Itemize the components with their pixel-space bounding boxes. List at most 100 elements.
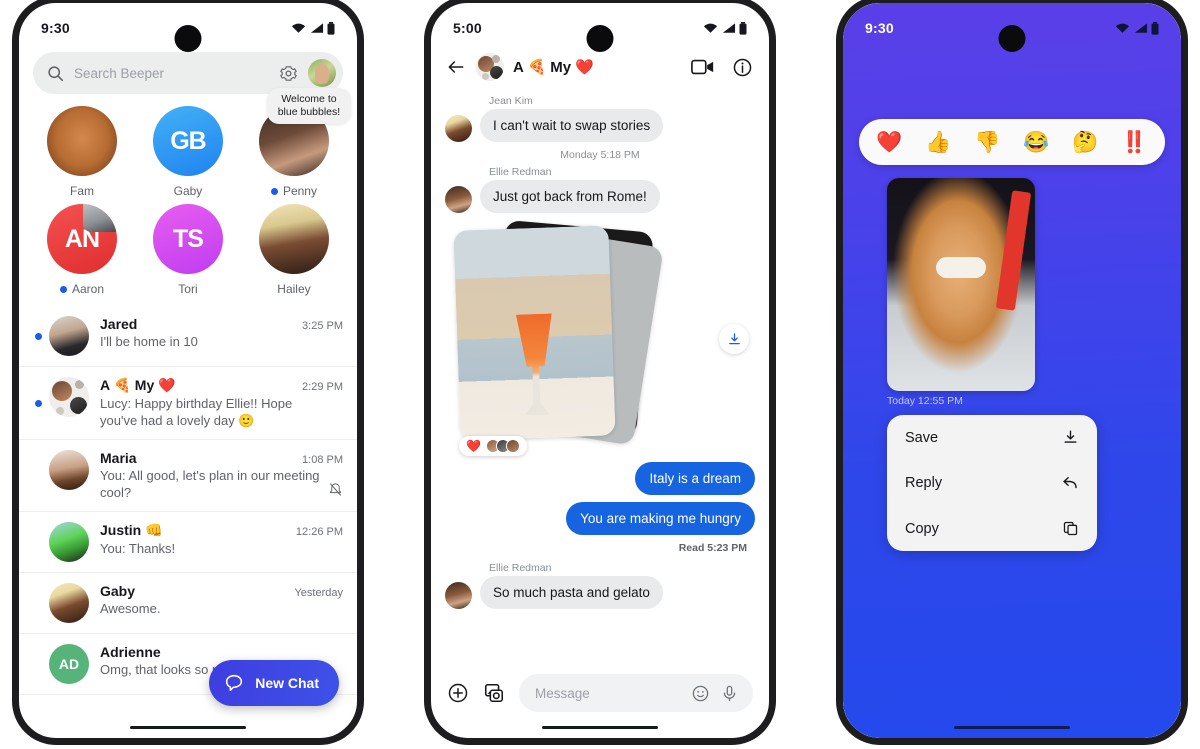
contact-tile-label-wrap: Aaron (59, 282, 104, 296)
search-input[interactable]: Search Beeper (74, 66, 269, 81)
chat-name: Jared (100, 316, 138, 332)
status-time: 9:30 (41, 20, 70, 36)
gear-icon[interactable] (279, 64, 298, 83)
table-row[interactable]: A 🍕 My ❤️ 2:29 PM Lucy: Happy birthday E… (19, 367, 357, 440)
reaction-heart-icon[interactable]: ❤️ (876, 132, 902, 153)
row-body: Gaby Yesterday Awesome. (100, 583, 343, 617)
back-arrow-icon[interactable] (445, 57, 467, 77)
chat-name: Justin 👊 (100, 522, 163, 538)
row-header: Maria 1:08 PM (100, 450, 343, 466)
chat-time: 12:26 PM (295, 526, 343, 538)
contact-tile-label-wrap: Hailey (277, 282, 310, 296)
menu-item-label: Copy (905, 520, 939, 537)
row-body: A 🍕 My ❤️ 2:29 PM Lucy: Happy birthday E… (100, 377, 343, 429)
avatar (445, 186, 472, 213)
chat-time: 3:25 PM (302, 320, 343, 332)
camera-punch-hole (174, 25, 202, 52)
contact-tile-penny[interactable]: Welcome to blue bubbles! Penny (241, 88, 351, 198)
battery-icon (327, 21, 335, 35)
message-row-outgoing: You are making me hungry (445, 502, 755, 535)
message-composer: Message (431, 674, 769, 712)
emoji-icon[interactable] (691, 684, 710, 703)
video-call-icon[interactable] (691, 58, 715, 76)
table-row[interactable]: Jared 3:25 PM I'll be home in 10 (19, 306, 357, 367)
copy-icon (1063, 521, 1078, 536)
table-row[interactable]: Justin 👊 12:26 PM You: Thanks! (19, 512, 357, 573)
home-indicator (130, 725, 246, 729)
contact-tile-monogram: TS (172, 224, 204, 253)
chat-preview: You: All good, let's plan in our meeting… (100, 468, 320, 500)
menu-item-save[interactable]: Save (887, 415, 1097, 460)
photo-stack-message[interactable]: ❤️ (445, 219, 755, 456)
download-button[interactable] (719, 324, 749, 354)
avatar (49, 522, 89, 562)
group-avatar[interactable] (476, 53, 504, 81)
unread-dot (59, 285, 67, 293)
row-body: Justin 👊 12:26 PM You: Thanks! (100, 522, 343, 557)
new-chat-button[interactable]: New Chat (209, 660, 339, 706)
reaction-laugh-icon[interactable]: 😂 (1023, 132, 1049, 153)
context-menu: Save Reply Copy (887, 415, 1097, 551)
info-icon[interactable] (732, 57, 753, 78)
profile-avatar[interactable] (308, 59, 336, 87)
message-input[interactable]: Message (519, 674, 753, 712)
signal-icon (722, 23, 736, 33)
mute-icon (330, 483, 341, 496)
message-bubble[interactable]: So much pasta and gelato (480, 576, 663, 609)
chat-bubble-icon (226, 674, 243, 692)
reply-arrow-icon (1063, 477, 1077, 489)
phone-chat-list: 9:30 Search Beeper Fam GB Gaby Welcome t… (12, 0, 364, 745)
contact-tile-tori[interactable]: TS Tori (135, 204, 241, 296)
chat-preview: You: Thanks! (100, 541, 176, 556)
signal-icon (1134, 23, 1148, 33)
reaction-avatars (485, 439, 520, 453)
message-bubble[interactable]: You are making me hungry (566, 502, 755, 535)
avatar-monogram: AD (58, 656, 80, 672)
menu-item-reply[interactable]: Reply (887, 460, 1097, 506)
reaction-thumbsdown-icon[interactable]: 👎 (974, 132, 1000, 153)
message-bubble[interactable]: I can't wait to swap stories (480, 109, 664, 142)
microphone-icon[interactable] (720, 684, 739, 703)
reaction-picker[interactable]: ❤️ 👍 👎 😂 🤔 ‼️ (859, 119, 1165, 165)
phone3-screen: 9:30 ❤️ 👍 👎 😂 🤔 ‼️ Today 12:55 PM Save R… (843, 3, 1181, 738)
reaction-chip[interactable]: ❤️ (459, 436, 527, 456)
reaction-thinking-icon[interactable]: 🤔 (1072, 132, 1098, 153)
chat-preview: Lucy: Happy birthday Ellie!! Hope you've… (100, 396, 293, 428)
wifi-icon (1115, 23, 1130, 33)
contact-tile-gaby[interactable]: GB Gaby (135, 106, 241, 198)
wifi-icon (291, 23, 306, 33)
message-sender: Jean Kim (489, 95, 533, 107)
table-row[interactable]: Gaby Yesterday Awesome. (19, 573, 357, 634)
chat-name: A 🍕 My ❤️ (100, 377, 176, 393)
chat-preview: Awesome. (100, 601, 161, 616)
photo-message[interactable] (887, 178, 1035, 391)
status-time: 9:30 (865, 20, 894, 36)
menu-item-copy[interactable]: Copy (887, 506, 1097, 551)
contact-tile-aaron[interactable]: AN Aaron (29, 204, 135, 296)
avatar (445, 582, 472, 609)
contact-tile-label: Hailey (277, 282, 311, 296)
contact-tile-avatar: TS (152, 204, 223, 274)
avatar (49, 377, 89, 417)
reaction-thumbsup-icon[interactable]: 👍 (925, 132, 951, 153)
contact-tile-hailey[interactable]: Hailey (241, 204, 347, 296)
contact-tile-avatar (258, 204, 329, 274)
contact-tile-label: Penny (282, 184, 317, 198)
row-header: Gaby Yesterday (100, 583, 343, 599)
phone1-screen: 9:30 Search Beeper Fam GB Gaby Welcome t… (19, 3, 357, 738)
chat-name: Gaby (100, 583, 136, 599)
reaction-exclamation-icon[interactable]: ‼️ (1121, 132, 1147, 153)
plus-circle-icon[interactable] (447, 682, 469, 704)
read-receipt: Read 5:23 PM (678, 542, 747, 554)
gallery-icon[interactable] (483, 682, 505, 704)
pinned-contacts-grid: Fam GB Gaby Welcome to blue bubbles! Pen… (19, 88, 357, 306)
message-bubble[interactable]: Italy is a dream (635, 462, 755, 495)
message-timestamp: Today 12:55 PM (887, 395, 963, 407)
unread-dot (270, 187, 278, 195)
message-bubble[interactable]: Just got back from Rome! (480, 180, 660, 213)
table-row[interactable]: Maria 1:08 PM You: All good, let's plan … (19, 440, 357, 512)
search-icon (48, 65, 64, 81)
avatar (445, 115, 472, 142)
row-header: Jared 3:25 PM (100, 316, 343, 332)
contact-tile-fam[interactable]: Fam (29, 106, 135, 198)
